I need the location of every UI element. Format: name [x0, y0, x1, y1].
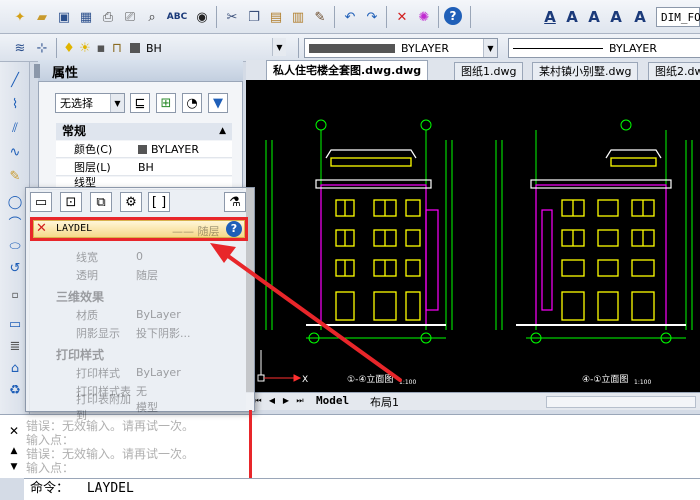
- annotation-arrow: [210, 243, 402, 382]
